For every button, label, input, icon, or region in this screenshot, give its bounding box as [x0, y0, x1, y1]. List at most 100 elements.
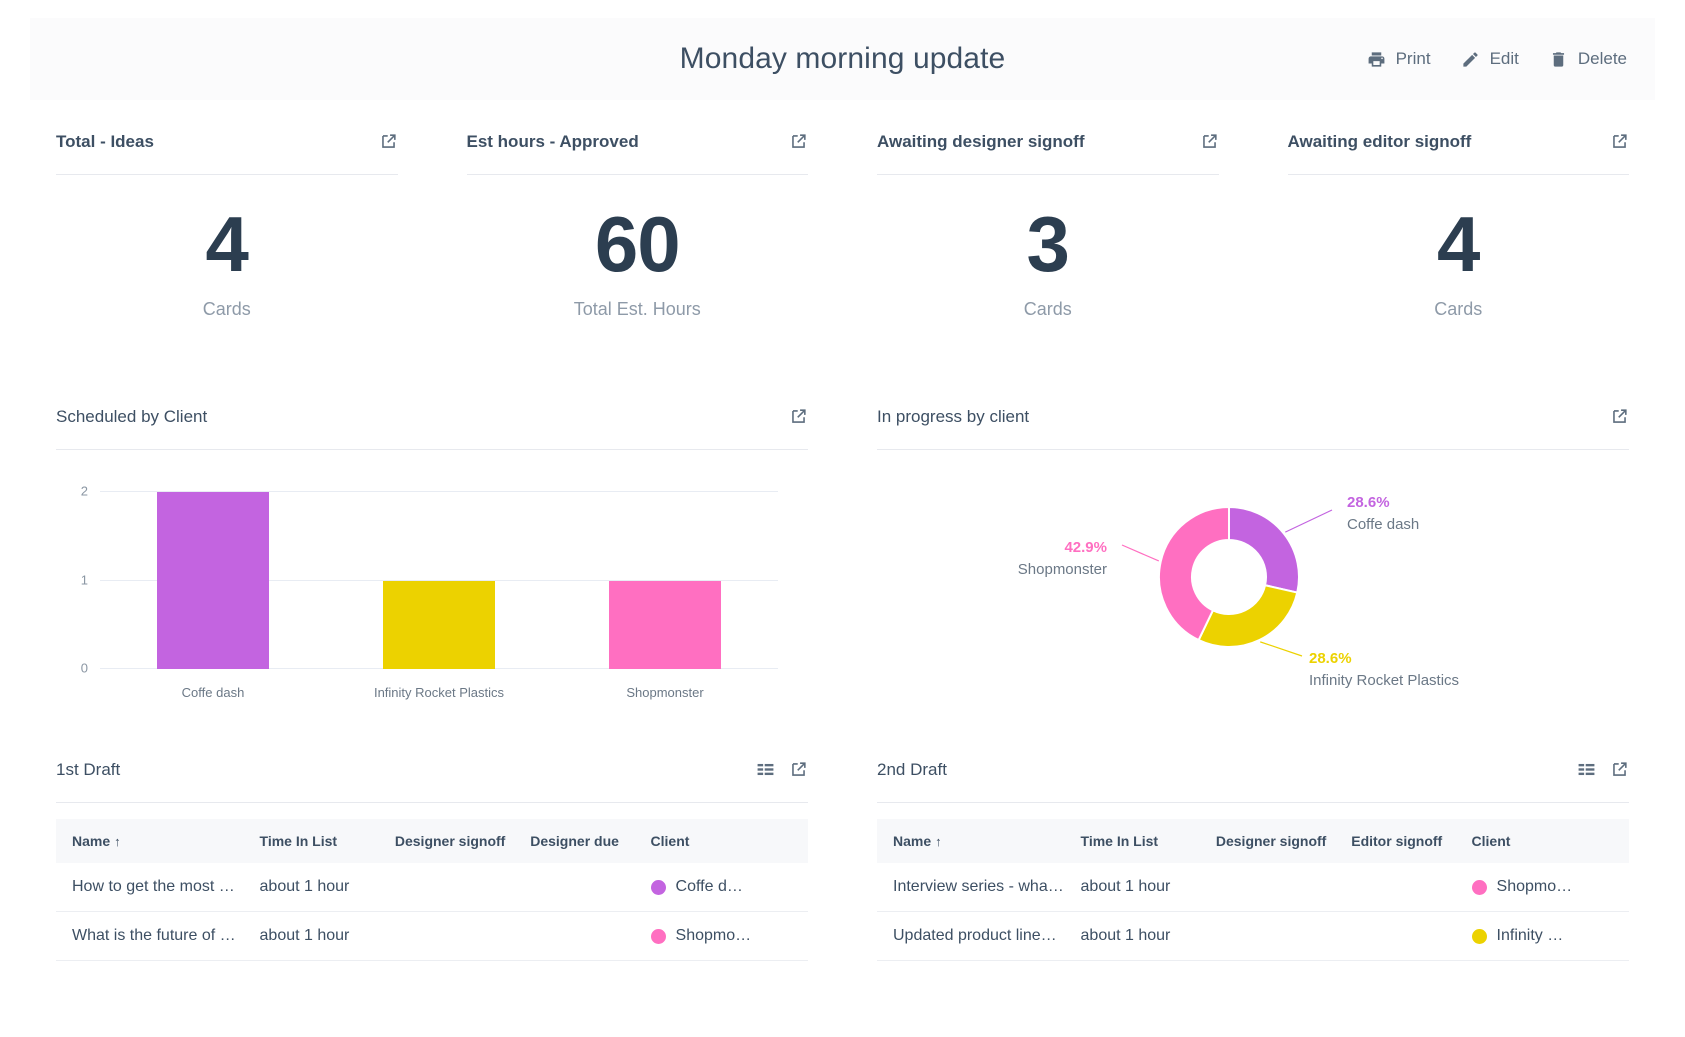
print-button[interactable]: Print	[1367, 49, 1431, 69]
panel-in-progress-by-client: In progress by client 28.6% Coffe dash 28.…	[851, 385, 1655, 730]
kpi-card-est-hours-approved: Est hours - Approved 60 Total Est. Hours	[440, 110, 834, 375]
table-header-row: Name ↑ Time In List Designer signoff Desi…	[56, 819, 808, 863]
kpi-card-header: Total - Ideas	[56, 132, 398, 175]
bar-chart-y-tick-label: 1	[80, 572, 88, 587]
cell-name: What is the future of eC…	[56, 911, 252, 961]
donut-chart-svg: 28.6% Coffe dash 28.6% Infinity Rocket Plas…	[1018, 494, 1459, 689]
table-row[interactable]: Updated product lines 2… about 1 hour In…	[877, 911, 1629, 961]
bar-chart-column: Coffe dash	[100, 492, 326, 700]
client-name: Infinity …	[1496, 927, 1564, 944]
kpi-title: Awaiting designer signoff	[877, 132, 1085, 151]
cell-time-in-list: about 1 hour	[251, 911, 387, 961]
page-title: Monday morning update	[679, 42, 1006, 75]
sort-ascending-icon: ↑	[114, 834, 121, 849]
kpi-label: Total Est. Hours	[573, 299, 701, 319]
bar-chart-column: Infinity Rocket Plastics	[326, 492, 552, 700]
external-link-icon[interactable]	[789, 132, 808, 156]
external-link-icon[interactable]	[379, 132, 398, 156]
delete-button[interactable]: Delete	[1549, 49, 1627, 69]
kpi-value: 3	[1026, 200, 1070, 288]
cell-time-in-list: about 1 hour	[1072, 911, 1208, 961]
edit-button[interactable]: Edit	[1461, 49, 1519, 69]
client-color-dot	[650, 928, 666, 944]
cell-name: How to get the most ou…	[56, 863, 252, 912]
panel-title: 1st Draft	[56, 760, 121, 779]
panel-scheduled-by-client: Scheduled by Client 0 1 2 Coffe dash Infinit…	[30, 385, 834, 730]
chart-panel-row: Scheduled by Client 0 1 2 Coffe dash Infinit…	[30, 385, 1655, 730]
bar-chart-x-tick-label: Shopmonster	[626, 685, 704, 700]
cell-time-in-list: about 1 hour	[251, 863, 387, 912]
column-header-name[interactable]: Name ↑	[877, 819, 1073, 863]
column-header-designer-signoff[interactable]: Designer signoff	[386, 819, 523, 863]
kpi-card-header: Est hours - Approved	[466, 132, 808, 175]
column-header-name[interactable]: Name ↑	[56, 819, 252, 863]
column-header-editor-signoff[interactable]: Editor signoff	[1343, 819, 1464, 863]
bar-chart-bar[interactable]	[609, 580, 721, 669]
panel-second-draft: 2nd Draft Name ↑ Time In List Designer s…	[851, 738, 1655, 1023]
kpi-card-header: Awaiting editor signoff	[1287, 132, 1629, 175]
cell-client: Shopmo…	[642, 911, 808, 961]
kpi-title: Total - Ideas	[56, 132, 154, 151]
column-header-designer-signoff[interactable]: Designer signoff	[1207, 819, 1344, 863]
external-link-icon[interactable]	[789, 760, 808, 784]
bar-chart-column: Shopmonster	[552, 492, 778, 700]
panel-header-icons	[756, 760, 808, 784]
table-view-icon[interactable]	[1577, 760, 1596, 784]
table-header-row: Name ↑ Time In List Designer signoff Edit…	[877, 819, 1629, 863]
table-row[interactable]: How to get the most ou… about 1 hour Cof…	[56, 863, 808, 912]
client-color-dot	[1471, 879, 1487, 895]
client-badge: Shopmo…	[1471, 878, 1621, 896]
table-view-icon[interactable]	[756, 760, 775, 784]
external-link-icon[interactable]	[1610, 132, 1629, 156]
external-link-icon[interactable]	[1200, 132, 1219, 156]
kpi-label: Cards	[1023, 299, 1072, 319]
column-header-time-in-list[interactable]: Time In List	[251, 819, 387, 863]
donut-series-label: Infinity Rocket Plastics	[1309, 672, 1459, 689]
print-button-label: Print	[1395, 49, 1431, 68]
table-row[interactable]: Interview series - what's… about 1 hour …	[877, 863, 1629, 912]
external-link-icon[interactable]	[789, 407, 808, 431]
column-header-client[interactable]: Client	[642, 819, 808, 863]
bar-chart-x-tick-label: Coffe dash	[181, 685, 245, 700]
column-label: Name	[72, 833, 111, 849]
column-header-time-in-list[interactable]: Time In List	[1072, 819, 1208, 863]
cell-name: Interview series - what's…	[877, 863, 1073, 912]
bar-chart-y-tick-label: 2	[80, 483, 88, 499]
first-draft-table: Name ↑ Time In List Designer signoff Desi…	[56, 819, 808, 961]
panel-header: In progress by client	[877, 407, 1629, 450]
table-body: How to get the most ou… about 1 hour Cof…	[56, 863, 808, 961]
donut-series-label: Coffe dash	[1347, 516, 1419, 533]
bar-chart-bar[interactable]	[383, 580, 495, 669]
panel-header: Scheduled by Client	[56, 407, 808, 450]
cell-name: Updated product lines 2…	[877, 911, 1073, 961]
cell-editor-signoff	[1343, 911, 1464, 961]
kpi-card-header: Awaiting designer signoff	[877, 132, 1219, 175]
second-draft-table: Name ↑ Time In List Designer signoff Edit…	[877, 819, 1629, 961]
client-badge: Coffe d…	[650, 878, 800, 896]
panel-header: 1st Draft	[56, 760, 808, 803]
dashboard-page: Monday morning update Print Edit Delete …	[0, 0, 1685, 1037]
column-header-designer-due[interactable]: Designer due	[522, 819, 643, 863]
cell-designer-signoff	[386, 863, 523, 912]
kpi-value: 60	[594, 200, 681, 288]
external-link-icon[interactable]	[1610, 760, 1629, 784]
kpi-card-body: 4 Cards	[1288, 175, 1630, 350]
column-header-client[interactable]: Client	[1463, 819, 1629, 863]
donut-leader-line	[1260, 641, 1303, 657]
donut-slice[interactable]	[1228, 505, 1300, 594]
trash-icon	[1549, 50, 1568, 69]
donut-percent-label: 28.6%	[1309, 650, 1352, 667]
bar-chart-plot-area: 0 1 2 Coffe dash Infinity Rocket Plastics Sho…	[81, 484, 778, 700]
table-row[interactable]: What is the future of eC… about 1 hour S…	[56, 911, 808, 961]
table-head: Name ↑ Time In List Designer signoff Desi…	[56, 819, 808, 863]
panel-title: 2nd Draft	[877, 760, 947, 779]
client-badge: Infinity …	[1471, 927, 1621, 945]
bar-chart-bar[interactable]	[157, 492, 269, 669]
bar-chart: 0 1 2 Coffe dash Infinity Rocket Plastics Sho…	[56, 462, 808, 717]
delete-button-label: Delete	[1577, 49, 1627, 68]
donut-percent-label: 42.9%	[1064, 539, 1107, 556]
external-link-icon[interactable]	[1610, 407, 1629, 431]
kpi-card-awaiting-designer-signoff: Awaiting designer signoff 3 Cards	[851, 110, 1245, 375]
cell-client: Shopmo…	[1463, 863, 1629, 912]
donut-slice[interactable]	[1197, 584, 1299, 648]
